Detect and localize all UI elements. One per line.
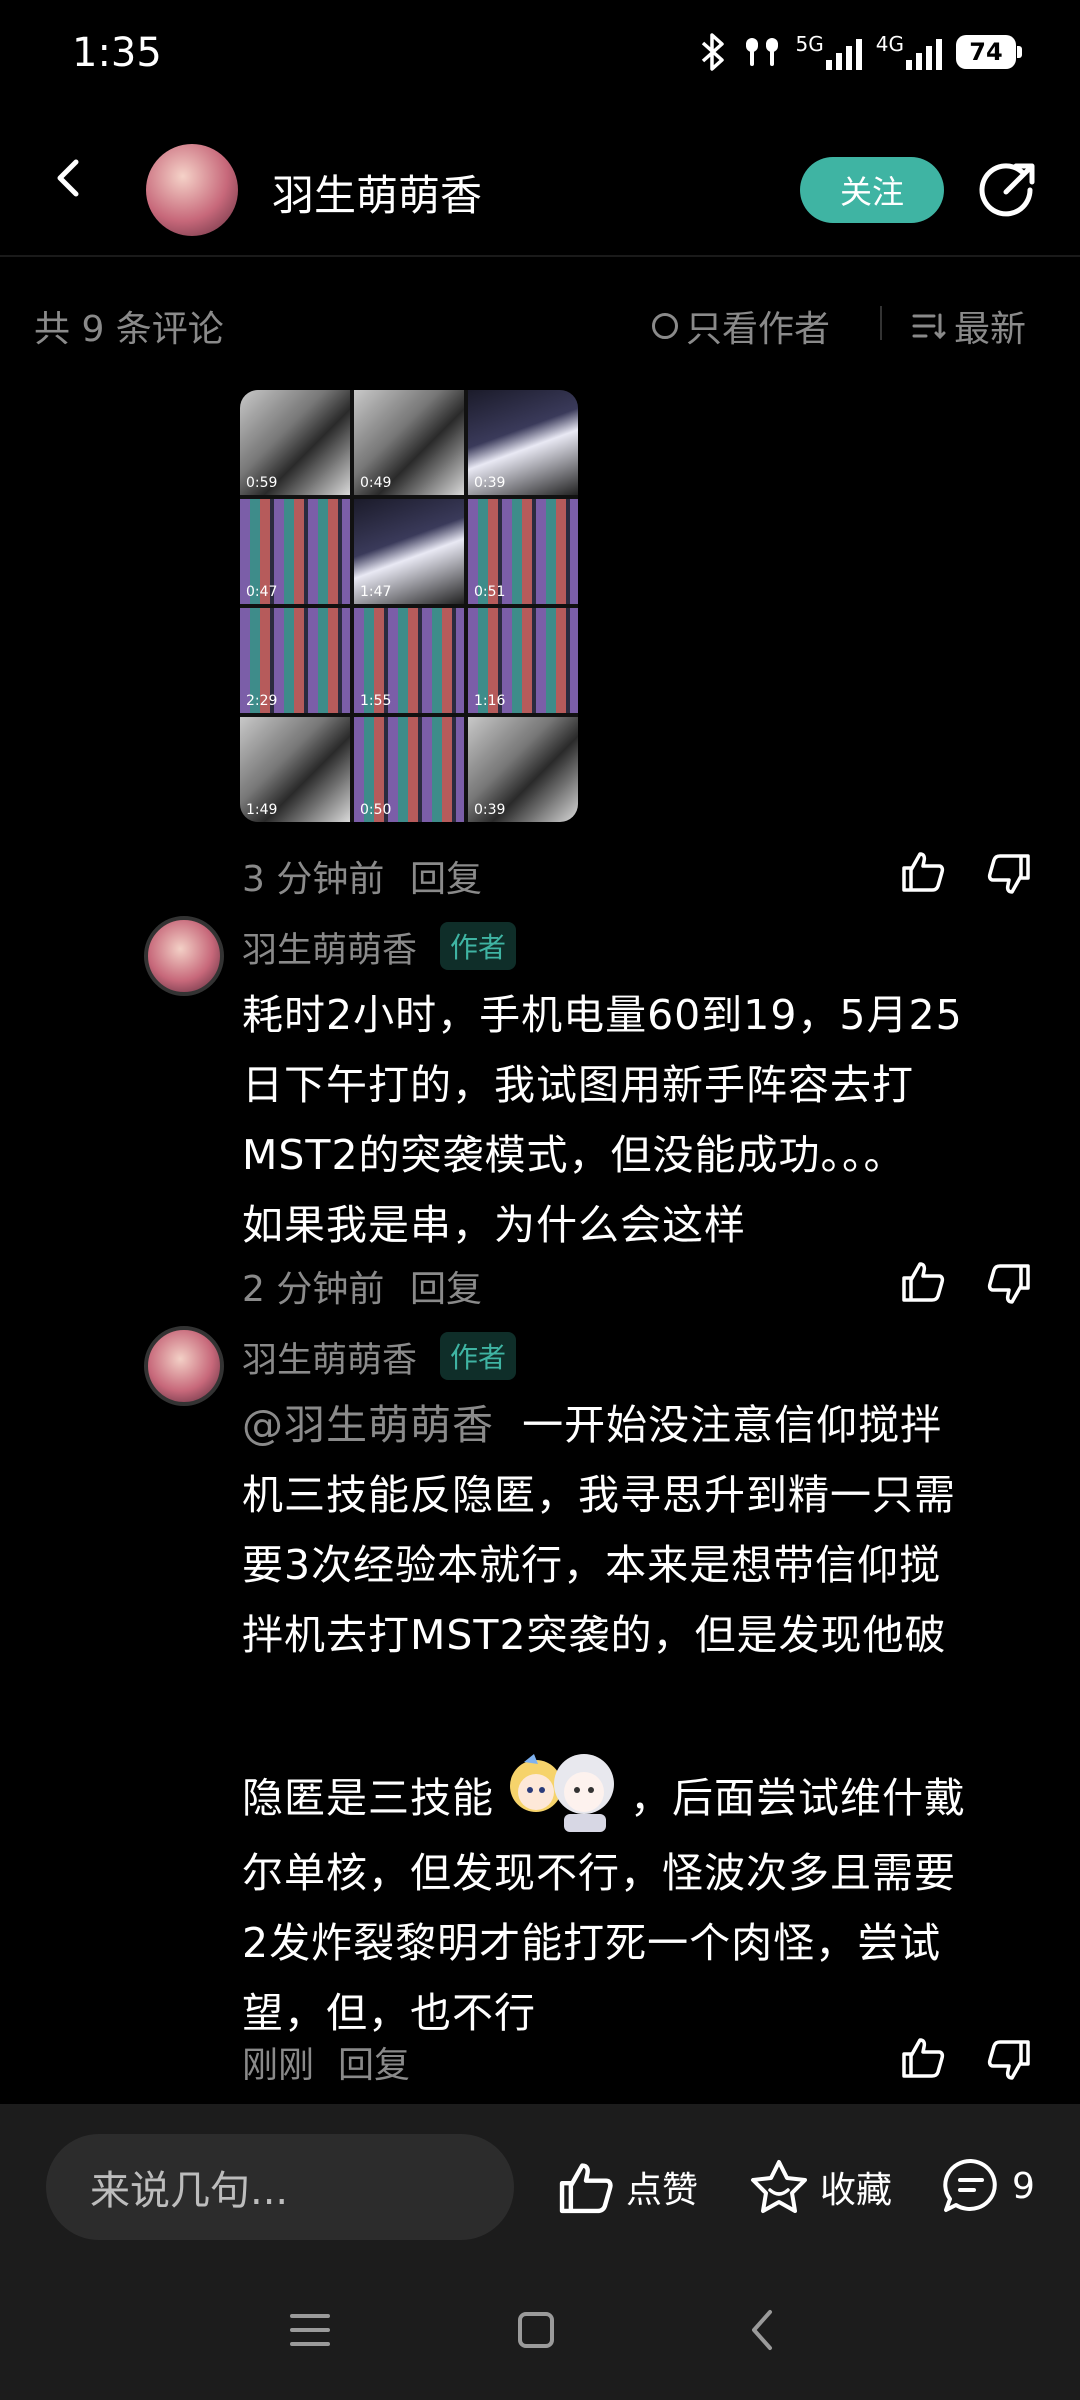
- sort-label: 最新: [954, 309, 1027, 350]
- status-icons: 5G 4G 74: [698, 32, 1022, 72]
- like-icon[interactable]: [900, 848, 946, 894]
- battery-icon: 74: [956, 35, 1022, 69]
- collect-label: 收藏: [820, 2170, 893, 2211]
- reply-button[interactable]: 回复: [410, 850, 482, 902]
- like-post-button[interactable]: 点赞: [556, 2158, 698, 2216]
- like-label: 点赞: [626, 2170, 699, 2211]
- dislike-icon[interactable]: [986, 2038, 1032, 2084]
- video-thumbnail: 0:50: [354, 717, 464, 822]
- back-arrow-icon[interactable]: [48, 158, 88, 198]
- radio-icon: [652, 313, 678, 339]
- home-icon[interactable]: [508, 2302, 564, 2358]
- comment-username[interactable]: 羽生萌萌香: [242, 1332, 417, 1383]
- battery-level: 74: [969, 38, 1003, 66]
- dislike-icon[interactable]: [986, 1262, 1032, 1308]
- collect-button[interactable]: 收藏: [748, 2158, 892, 2216]
- thumbs-up-icon: [559, 2163, 613, 2214]
- avatar[interactable]: [144, 916, 224, 996]
- reply-button[interactable]: 回复: [410, 1260, 482, 1312]
- author-badge: 作者: [440, 922, 517, 970]
- only-author-toggle[interactable]: 只看作者: [652, 300, 830, 352]
- video-thumbnail: 0:59: [240, 390, 350, 495]
- comment-bubble-icon: [943, 2158, 997, 2212]
- comment-count: 共 9 条评论: [34, 309, 224, 350]
- video-thumbnail: 1:55: [354, 608, 464, 713]
- like-icon[interactable]: [900, 1258, 946, 1304]
- sort-toggle[interactable]: 最新: [912, 300, 1026, 352]
- star-icon: [751, 2160, 807, 2213]
- comment-text: 耗时2小时，手机电量60到19，5月25 日下午打的，我试图用新手阵容去打 MS…: [242, 991, 963, 1249]
- video-thumbnail: 2:29: [240, 608, 350, 713]
- nav-back-icon[interactable]: [734, 2302, 790, 2358]
- dislike-icon[interactable]: [986, 852, 1032, 898]
- signal-5g-label: 5G: [795, 32, 824, 56]
- earbuds-icon: [745, 38, 778, 66]
- video-thumbnail: 1:49: [240, 717, 350, 822]
- video-thumbnail: 1:47: [354, 499, 464, 604]
- comment-time: 2 分钟前: [242, 1269, 385, 1310]
- comment-input[interactable]: 来说几句...: [46, 2134, 514, 2240]
- comment-time: 刚刚: [242, 2045, 315, 2086]
- post-time: 3 分钟前: [242, 859, 385, 900]
- post-image-grid[interactable]: 0:59 0:49 0:39 0:47 1:47 0:51 2:29 1:55 …: [240, 390, 578, 822]
- share-icon[interactable]: [978, 160, 1038, 220]
- video-thumbnail: 0:47: [240, 499, 350, 604]
- comment-text: @羽生萌萌香 一开始没注意信仰搅拌 机三技能反隐匿，我寻思升到精一只需 要3次经…: [242, 1401, 966, 2037]
- video-thumbnail: 0:39: [468, 390, 578, 495]
- video-thumbnail: 0:51: [468, 499, 578, 604]
- mention-link[interactable]: @羽生萌萌香: [242, 1401, 494, 1449]
- signal-4g-label: 4G: [875, 32, 904, 56]
- comment-username[interactable]: 羽生萌萌香: [242, 922, 417, 973]
- sort-icon: [912, 313, 946, 340]
- follow-button[interactable]: 关注: [800, 157, 944, 223]
- video-thumbnail: 0:39: [468, 717, 578, 822]
- signal-4g-icon: [906, 34, 942, 70]
- header-avatar[interactable]: [146, 144, 238, 236]
- bluetooth-icon: [701, 33, 724, 71]
- menu-icon[interactable]: [282, 2302, 338, 2358]
- author-badge: 作者: [440, 1332, 517, 1380]
- video-thumbnail: 0:49: [354, 390, 464, 495]
- comment-count-badge: 9: [1012, 2165, 1035, 2207]
- like-icon[interactable]: [900, 2034, 946, 2080]
- filter-divider: [880, 306, 882, 340]
- video-thumbnail: 1:16: [468, 608, 578, 713]
- page-title: 羽生萌萌香: [272, 171, 483, 220]
- status-time: 1:35: [72, 30, 162, 76]
- header-divider: [0, 255, 1080, 257]
- sticker-image: [494, 1740, 630, 1838]
- comments-button[interactable]: 9: [940, 2156, 1035, 2216]
- avatar[interactable]: [144, 1326, 224, 1406]
- only-author-label: 只看作者: [686, 309, 831, 350]
- signal-5g-icon: [825, 34, 862, 70]
- reply-button[interactable]: 回复: [338, 2036, 410, 2088]
